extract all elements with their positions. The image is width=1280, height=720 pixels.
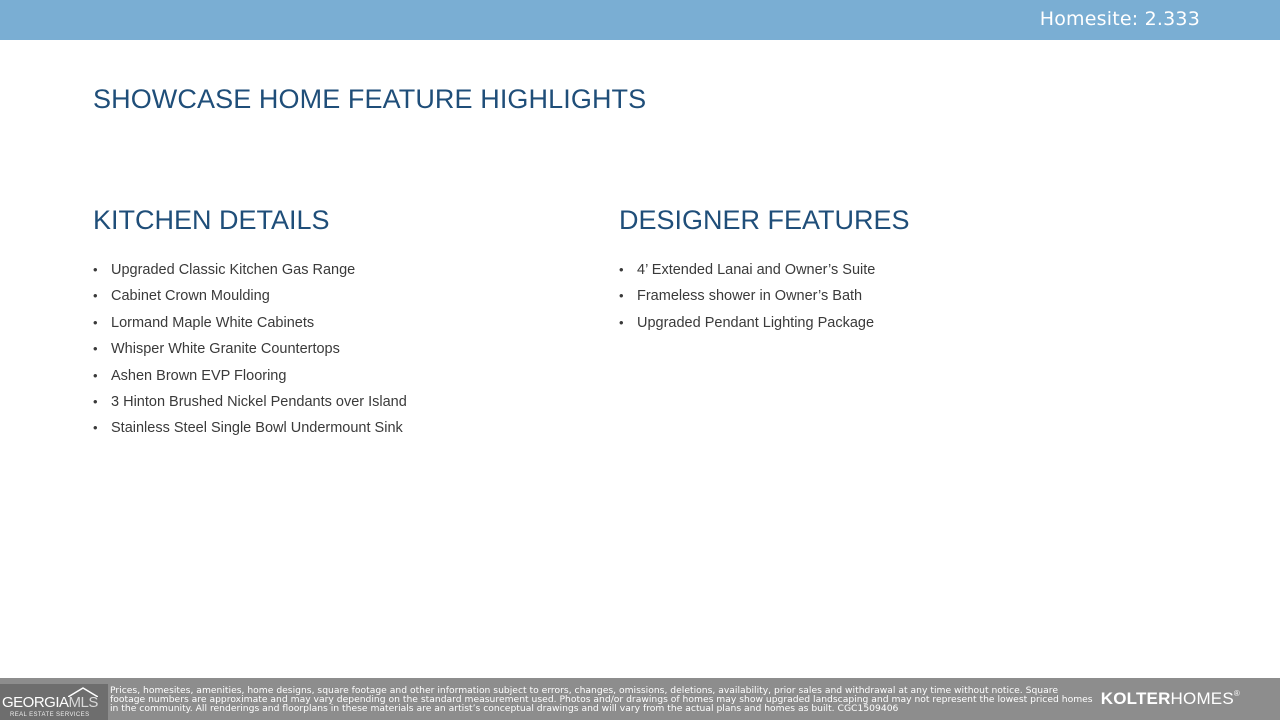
top-bar: Homesite: 2.333	[0, 0, 1280, 40]
bullet-icon: •	[93, 262, 98, 277]
bullet-icon: •	[619, 314, 624, 330]
legal-disclaimer: Prices, homesites, amenities, home desig…	[110, 686, 1093, 714]
list-item-text: Lormand Maple White Cabinets	[111, 314, 315, 331]
kitchen-details-list: • Upgraded Classic Kitchen Gas Range • Cab…	[93, 261, 407, 446]
page-title: SHOWCASE HOME FEATURE HIGHLIGHTS	[93, 84, 647, 114]
designer-features-heading: DESIGNER FEATURES	[619, 205, 910, 235]
georgia-mls-subtitle: REAL ESTATE SERVICES	[10, 712, 90, 718]
footer: GEORGIAMLS REAL ESTATE SERVICES Prices, …	[0, 678, 1280, 720]
list-item: • Stainless Steel Single Bowl Undermount …	[93, 419, 407, 445]
list-item-text: 3 Hinton Brushed Nickel Pendants over Is…	[111, 393, 407, 410]
list-item: • 3 Hinton Brushed Nickel Pendants over I…	[93, 393, 407, 419]
bullet-icon: •	[93, 341, 98, 357]
bullet-icon: •	[93, 288, 98, 304]
kolter-homes-logo: KOLTERHOMES®	[1100, 689, 1240, 708]
list-item: • Frameless shower in Owner’s Bath	[619, 287, 910, 313]
georgia-mls-logo: GEORGIAMLS REAL ESTATE SERVICES	[0, 684, 108, 720]
list-item-text: Ashen Brown EVP Flooring	[111, 367, 287, 384]
list-item-text: Frameless shower in Owner’s Bath	[637, 288, 863, 305]
list-item: • Upgraded Pendant Lighting Package	[619, 314, 910, 340]
list-item: • 4’ Extended Lanai and Owner’s Suite	[619, 261, 910, 287]
georgia-mls-wordmark: GEORGIAMLS	[2, 694, 98, 711]
list-item-text: Whisper White Granite Countertops	[111, 341, 340, 358]
list-item-text: 4’ Extended Lanai and Owner’s Suite	[637, 262, 876, 278]
bullet-icon: •	[619, 262, 624, 277]
list-item-text: Upgraded Pendant Lighting Package	[637, 314, 875, 331]
list-item: • Lormand Maple White Cabinets	[93, 314, 407, 340]
list-item: • Upgraded Classic Kitchen Gas Range	[93, 261, 407, 287]
bullet-icon: •	[93, 420, 98, 436]
bullet-icon: •	[93, 314, 98, 330]
list-item: • Cabinet Crown Moulding	[93, 287, 407, 313]
list-item: • Whisper White Granite Countertops	[93, 340, 407, 366]
kitchen-details-section: KITCHEN DETAILS • Upgraded Classic Kitche…	[93, 204, 407, 446]
homesite-label: Homesite: 2.333	[1039, 8, 1200, 30]
designer-features-list: • 4’ Extended Lanai and Owner’s Suite • Fr…	[619, 261, 910, 340]
list-item: • Ashen Brown EVP Flooring	[93, 367, 407, 393]
bullet-icon: •	[619, 288, 624, 304]
designer-features-section: DESIGNER FEATURES • 4’ Extended Lanai and…	[619, 204, 910, 340]
bullet-icon: •	[93, 393, 98, 409]
list-item-text: Upgraded Classic Kitchen Gas Range	[111, 262, 356, 278]
list-item-text: Cabinet Crown Moulding	[111, 288, 270, 305]
kitchen-details-heading: KITCHEN DETAILS	[93, 205, 330, 235]
bullet-icon: •	[93, 367, 98, 383]
list-item-text: Stainless Steel Single Bowl Undermount S…	[111, 420, 403, 437]
